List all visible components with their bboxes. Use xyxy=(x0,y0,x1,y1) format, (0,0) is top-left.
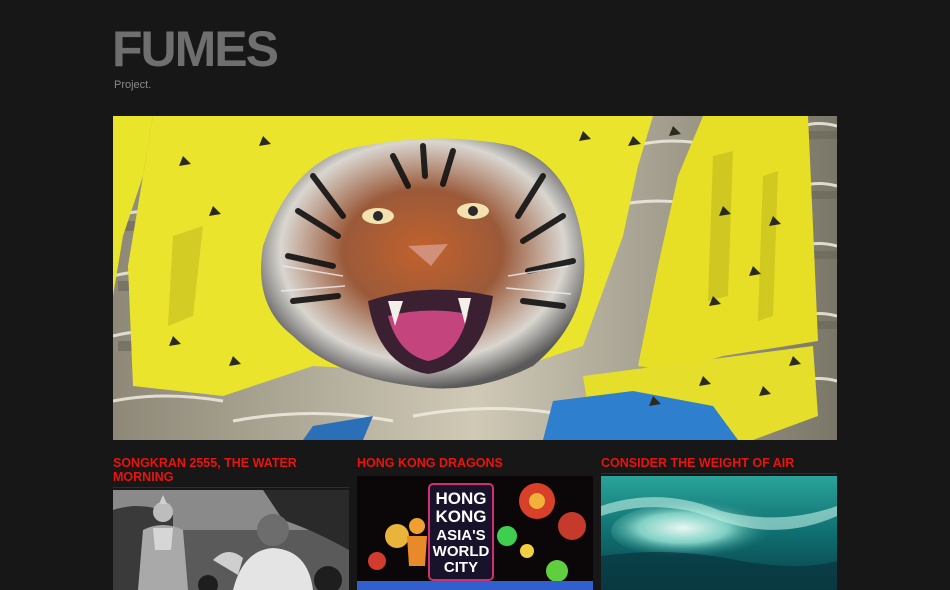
post-title[interactable]: SONGKRAN 2555, THE WATER MORNING xyxy=(113,456,349,488)
neon-sign-line-2: KONG xyxy=(436,507,487,526)
post-title[interactable]: CONSIDER THE WEIGHT OF AIR xyxy=(601,456,837,474)
neon-sign-line-4: WORLD xyxy=(433,543,490,560)
hero-illustration xyxy=(113,116,837,440)
post-card-weight-of-air[interactable]: CONSIDER THE WEIGHT OF AIR xyxy=(601,456,837,474)
neon-sign-line-1: HONG xyxy=(436,489,487,508)
post-thumbnail-hong-kong-dragons[interactable]: HONG KONG ASIA'S WORLD CITY xyxy=(357,476,593,590)
neon-signs-photo: HONG KONG ASIA'S WORLD CITY xyxy=(357,476,593,590)
neon-sign-line-3: ASIA'S xyxy=(436,527,485,544)
post-card-songkran[interactable]: SONGKRAN 2555, THE WATER MORNING xyxy=(113,456,349,488)
post-thumbnail-weight-of-air[interactable] xyxy=(601,476,837,590)
ocean-wave-photo xyxy=(601,476,837,590)
page: FUMES Project. SONGKRAN 2555, THE WATER … xyxy=(0,0,950,590)
buddha-statue-photo xyxy=(113,490,349,590)
post-thumbnail-songkran[interactable] xyxy=(113,490,349,590)
site-tagline: Project. xyxy=(114,79,152,91)
neon-sign-line-5: CITY xyxy=(444,559,478,576)
hero-image[interactable] xyxy=(113,116,837,440)
site-logo[interactable]: FUMES xyxy=(112,24,279,74)
